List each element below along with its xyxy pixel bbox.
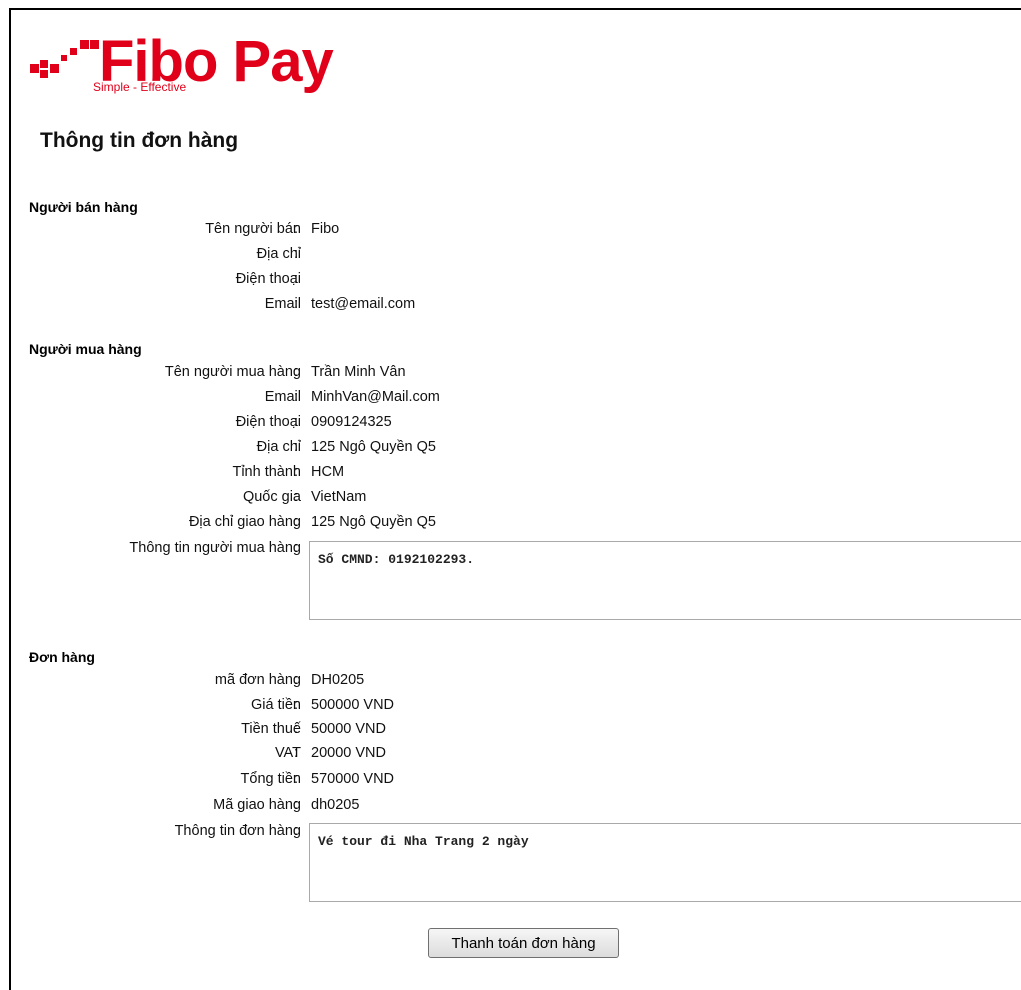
- seller-row-name: Tên người bán : Fibo: [0, 221, 1021, 241]
- order-row-tax: Tiền thuế : 50000 VND: [0, 721, 1021, 741]
- field-value: 500000 VND: [311, 697, 395, 713]
- field-value: 50000 VND: [311, 721, 386, 737]
- field-value: HCM: [311, 464, 345, 480]
- field-colon: :: [294, 823, 299, 839]
- field-colon: :: [294, 364, 299, 380]
- order-info-textarea[interactable]: Vé tour đi Nha Trang 2 ngày: [309, 823, 1021, 902]
- field-colon: :: [294, 271, 299, 287]
- buyer-info-textarea[interactable]: Số CMND: 0192102293.: [309, 541, 1021, 620]
- page-title: Thông tin đơn hàng: [40, 129, 239, 152]
- field-colon: :: [294, 797, 299, 813]
- field-colon: :: [294, 697, 299, 713]
- field-value: 20000 VND: [311, 745, 386, 761]
- field-label: Thông tin người mua hàng: [129, 540, 301, 556]
- field-colon: :: [294, 721, 299, 737]
- field-label: Quốc gia: [242, 489, 301, 505]
- buyer-section-title: Người mua hàng: [29, 341, 142, 357]
- field-label: Thông tin đơn hàng: [174, 823, 301, 839]
- buyer-row-name: Tên người mua hàng : Trần Minh Vân: [0, 364, 1021, 384]
- field-colon: :: [294, 672, 299, 688]
- field-colon: :: [294, 514, 299, 530]
- pay-order-button[interactable]: Thanh toán đơn hàng: [428, 928, 619, 958]
- buyer-row-phone: Điện thoại : 0909124325: [0, 414, 1021, 434]
- field-value: 125 Ngô Quyền Q5: [311, 514, 436, 530]
- buyer-row-address: Địa chỉ : 125 Ngô Quyền Q5: [0, 439, 1021, 459]
- field-value: Fibo: [311, 221, 340, 237]
- seller-row-email: Email : test@email.com: [0, 296, 1021, 316]
- field-colon: :: [294, 540, 299, 556]
- field-label: Mã giao hàng: [213, 797, 301, 813]
- order-row-shipping-code: Mã giao hàng : dh0205: [0, 797, 1021, 817]
- field-colon: :: [294, 489, 299, 505]
- seller-section-title: Người bán hàng: [29, 199, 138, 215]
- field-colon: :: [294, 296, 299, 312]
- brand-tagline: Simple - Effective: [93, 80, 187, 94]
- order-section-title: Đơn hàng: [29, 649, 95, 665]
- field-value: VietNam: [311, 489, 367, 505]
- buyer-row-shipping-address: Địa chỉ giao hàng : 125 Ngô Quyền Q5: [0, 514, 1021, 534]
- field-value: 570000 VND: [311, 771, 395, 787]
- fibo-pay-logo: Fibo Pay Simple - Effective: [30, 29, 370, 100]
- field-label: Điện thoại: [235, 271, 301, 287]
- field-colon: :: [294, 221, 299, 237]
- logo-dots-icon: [30, 40, 99, 78]
- field-colon: :: [294, 439, 299, 455]
- buyer-row-email: Email : MinhVan@Mail.com: [0, 389, 1021, 409]
- order-row-total: Tổng tiền : 570000 VND: [0, 771, 1021, 791]
- field-label: mã đơn hàng: [214, 672, 301, 688]
- field-colon: :: [294, 745, 299, 761]
- field-label: Tỉnh thành: [232, 464, 301, 480]
- seller-row-phone: Điện thoại :: [0, 271, 1021, 291]
- order-row-vat: VAT : 20000 VND: [0, 745, 1021, 765]
- field-value: 0909124325: [311, 414, 392, 430]
- buyer-row-country: Quốc gia : VietNam: [0, 489, 1021, 509]
- field-value: 125 Ngô Quyền Q5: [311, 439, 436, 455]
- buyer-row-province: Tỉnh thành : HCM: [0, 464, 1021, 484]
- field-value: DH0205: [311, 672, 365, 688]
- field-label: Tên người bán: [205, 221, 301, 237]
- order-row-code: mã đơn hàng : DH0205: [0, 672, 1021, 692]
- order-row-price: Giá tiền : 500000 VND: [0, 697, 1021, 717]
- field-colon: :: [294, 771, 299, 787]
- field-label: Tên người mua hàng: [164, 364, 301, 380]
- field-value: Trần Minh Vân: [311, 364, 406, 380]
- field-colon: :: [294, 414, 299, 430]
- field-value: test@email.com: [311, 296, 416, 312]
- field-colon: :: [294, 246, 299, 262]
- field-colon: :: [294, 464, 299, 480]
- field-label: Điện thoại: [235, 414, 301, 430]
- field-value: dh0205: [311, 797, 360, 813]
- field-label: Tiền thuế: [241, 721, 301, 737]
- field-colon: :: [294, 389, 299, 405]
- seller-row-address: Địa chỉ :: [0, 246, 1021, 266]
- field-label: Địa chỉ giao hàng: [188, 514, 301, 530]
- field-label: Tổng tiền: [240, 771, 301, 787]
- field-value: MinhVan@Mail.com: [311, 389, 440, 405]
